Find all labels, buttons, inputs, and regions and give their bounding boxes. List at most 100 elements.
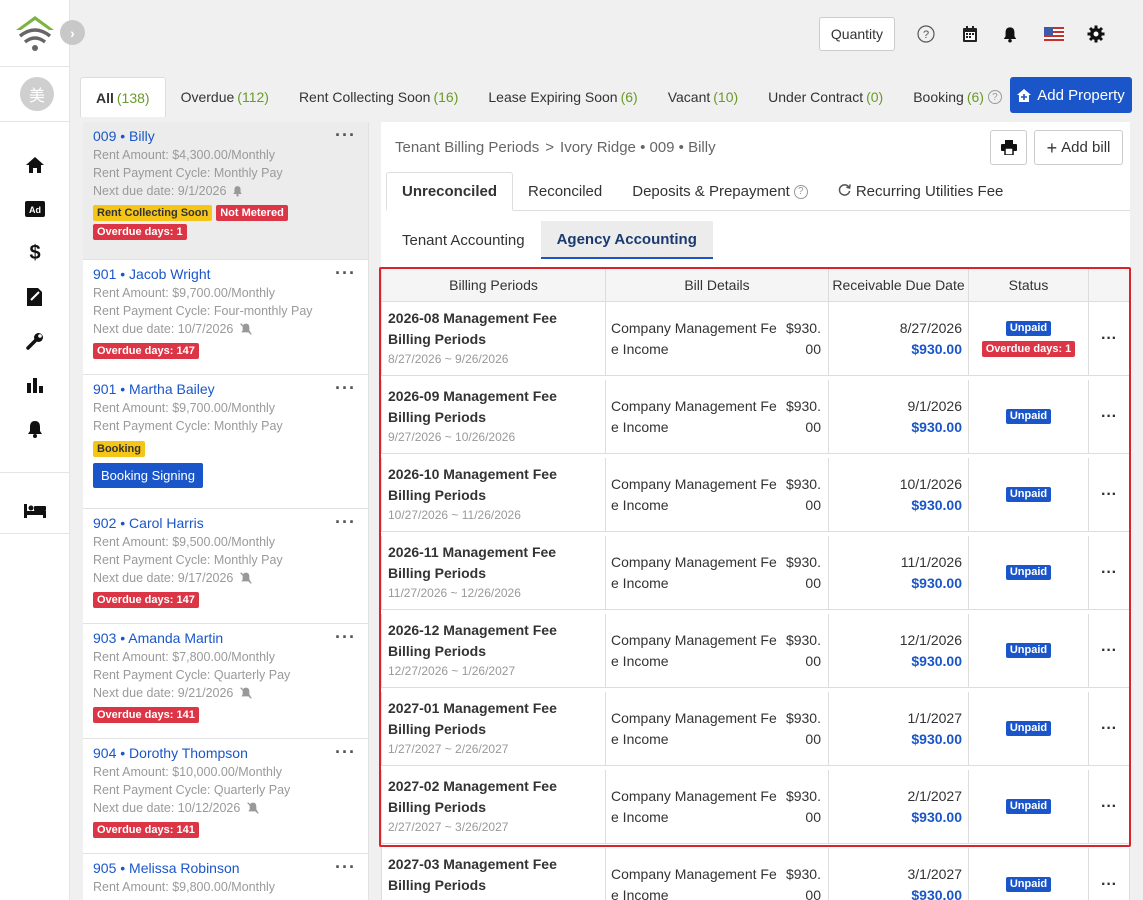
wifi-house-logo-icon[interactable]: [14, 14, 56, 54]
status-badge: Unpaid: [1005, 643, 1052, 658]
more-options-icon[interactable]: ···: [335, 125, 356, 146]
status-cell: Unpaid: [969, 614, 1089, 687]
divider: [0, 472, 70, 473]
bed-icon[interactable]: [22, 498, 48, 524]
rent-amount: Rent Amount: $9,800.00/Monthly: [93, 880, 276, 894]
booking-signing-button[interactable]: Booking Signing: [93, 463, 203, 488]
print-button[interactable]: [990, 130, 1027, 165]
add-bill-label: Add bill: [1061, 139, 1111, 156]
calendar-icon[interactable]: [960, 24, 980, 44]
add-property-button[interactable]: Add Property: [1010, 77, 1132, 113]
property-title[interactable]: 903 • Amanda Martin: [93, 630, 358, 646]
us-flag-icon[interactable]: [1043, 24, 1065, 44]
row-more-options-icon[interactable]: ···: [1089, 770, 1129, 843]
property-title[interactable]: 904 • Dorothy Thompson: [93, 745, 358, 761]
dollar-icon[interactable]: $: [22, 240, 48, 266]
filter-tab-vacant[interactable]: Vacant (10): [653, 77, 753, 117]
filter-tab-under-contract[interactable]: Under Contract (0): [753, 77, 898, 117]
filter-tab-lease-expiring-soon[interactable]: Lease Expiring Soon (6): [473, 77, 652, 117]
row-more-options-icon[interactable]: ···: [1089, 536, 1129, 609]
notification-bell-icon[interactable]: [1000, 24, 1020, 44]
due-amount: $930.00: [911, 340, 962, 357]
bill-name: Company Management Fee Income: [611, 787, 777, 825]
more-options-icon[interactable]: ···: [335, 378, 356, 399]
wrench-icon[interactable]: [22, 328, 48, 354]
badge-row: Overdue days: 147: [93, 343, 358, 359]
chart-icon[interactable]: [22, 372, 48, 398]
property-card[interactable]: 904 • Dorothy Thompson ··· Rent Amount: …: [83, 739, 368, 854]
bell-off-icon: [239, 571, 253, 589]
property-card[interactable]: 009 • Billy ··· Rent Amount: $4,300.00/M…: [83, 122, 368, 260]
add-bill-button[interactable]: + Add bill: [1034, 130, 1123, 165]
more-options-icon[interactable]: ···: [335, 512, 356, 533]
filter-tab-overdue[interactable]: Overdue (112): [166, 77, 284, 117]
next-due-date: Next due date: 9/17/2026: [93, 571, 234, 585]
more-options-icon[interactable]: ···: [335, 857, 356, 878]
help-icon[interactable]: ?: [793, 184, 808, 199]
breadcrumb-root[interactable]: Tenant Billing Periods: [395, 139, 539, 156]
row-more-options-icon[interactable]: ···: [1089, 692, 1129, 765]
more-options-icon[interactable]: ···: [335, 742, 356, 763]
rent-amount: Rent Amount: $10,000.00/Monthly: [93, 765, 283, 779]
ad-icon[interactable]: Ad: [22, 196, 48, 222]
property-title[interactable]: 902 • Carol Harris: [93, 515, 358, 531]
property-title[interactable]: 901 • Martha Bailey: [93, 381, 358, 397]
subtab-agency-accounting[interactable]: Agency Accounting: [540, 221, 713, 259]
next-due-date: Next due date: 10/7/2026: [93, 322, 234, 336]
filter-tab-booking[interactable]: Booking (6)?: [898, 77, 1017, 117]
more-options-icon[interactable]: ···: [335, 263, 356, 284]
row-more-options-icon[interactable]: ···: [1089, 302, 1129, 375]
subtab-tenant-accounting[interactable]: Tenant Accounting: [386, 221, 541, 259]
status-badge: Not Metered: [216, 205, 288, 221]
help-icon[interactable]: ?: [987, 90, 1002, 104]
more-options-icon[interactable]: ···: [335, 627, 356, 648]
due-date: 3/1/2027: [907, 865, 963, 882]
home-icon[interactable]: [22, 152, 48, 178]
row-more-options-icon[interactable]: ···: [1089, 848, 1129, 900]
property-title[interactable]: 905 • Melissa Robinson: [93, 860, 358, 876]
status-cell: Unpaid: [969, 536, 1089, 609]
tab-reconciled[interactable]: Reconciled: [513, 172, 617, 211]
tab-label: Vacant: [667, 89, 711, 105]
divider: [0, 533, 70, 534]
property-card[interactable]: 902 • Carol Harris ··· Rent Amount: $9,5…: [83, 509, 368, 624]
payment-cycle: Rent Payment Cycle: Quarterly Pay: [93, 783, 291, 797]
next-due-date: Next due date: 10/12/2026: [93, 801, 241, 815]
contract-icon[interactable]: [22, 284, 48, 310]
row-more-options-icon[interactable]: ···: [1089, 380, 1129, 453]
add-property-label: Add Property: [1037, 86, 1125, 104]
next-due-line: Next due date: 10/12/2026: [93, 799, 358, 819]
row-more-options-icon[interactable]: ···: [1089, 458, 1129, 531]
tab-unreconciled[interactable]: Unreconciled: [386, 172, 514, 211]
due-date-cell: 10/1/2026 $930.00: [829, 458, 969, 531]
avatar[interactable]: 美: [20, 77, 54, 111]
payment-cycle: Rent Payment Cycle: Four-monthly Pay: [93, 304, 313, 318]
table-row: 2027-02 Management Fee Billing Periods 2/…: [381, 770, 1130, 844]
filter-tab-rent-collecting-soon[interactable]: Rent Collecting Soon (16): [284, 77, 473, 117]
status-cell: Unpaid: [969, 692, 1089, 765]
row-more-options-icon[interactable]: ···: [1089, 614, 1129, 687]
filter-tab-all[interactable]: All (138): [80, 77, 166, 117]
property-card[interactable]: 901 • Martha Bailey ··· Rent Amount: $9,…: [83, 375, 368, 509]
status-badge: Unpaid: [1005, 877, 1052, 892]
property-card[interactable]: 905 • Melissa Robinson ··· Rent Amount: …: [83, 854, 368, 900]
bell-icon[interactable]: [22, 416, 48, 442]
bell-off-icon: [239, 322, 253, 340]
quantity-button[interactable]: Quantity: [819, 17, 895, 51]
due-amount: $930.00: [911, 418, 962, 435]
due-date-cell: 9/1/2026 $930.00: [829, 380, 969, 453]
tenant-name: Billy: [129, 128, 155, 144]
expand-sidebar-icon[interactable]: ›: [60, 20, 85, 45]
property-card[interactable]: 903 • Amanda Martin ··· Rent Amount: $7,…: [83, 624, 368, 739]
period-title: 2026-08 Management Fee Billing Periods: [388, 310, 557, 347]
property-title[interactable]: 009 • Billy: [93, 128, 358, 144]
property-card[interactable]: 901 • Jacob Wright ··· Rent Amount: $9,7…: [83, 260, 368, 375]
tab-deposits-prepayment[interactable]: Deposits & Prepayment?: [617, 172, 823, 211]
property-title[interactable]: 901 • Jacob Wright: [93, 266, 358, 282]
due-date-cell: 3/1/2027 $930.00: [829, 848, 969, 900]
next-due-line: Next due date: 9/17/2026: [93, 569, 358, 589]
tab-recurring-utilities-fee[interactable]: Recurring Utilities Fee: [823, 172, 1019, 211]
gear-icon[interactable]: [1086, 24, 1106, 44]
help-icon[interactable]: ?: [916, 24, 936, 44]
bill-name: Company Management Fee Income: [611, 397, 777, 435]
